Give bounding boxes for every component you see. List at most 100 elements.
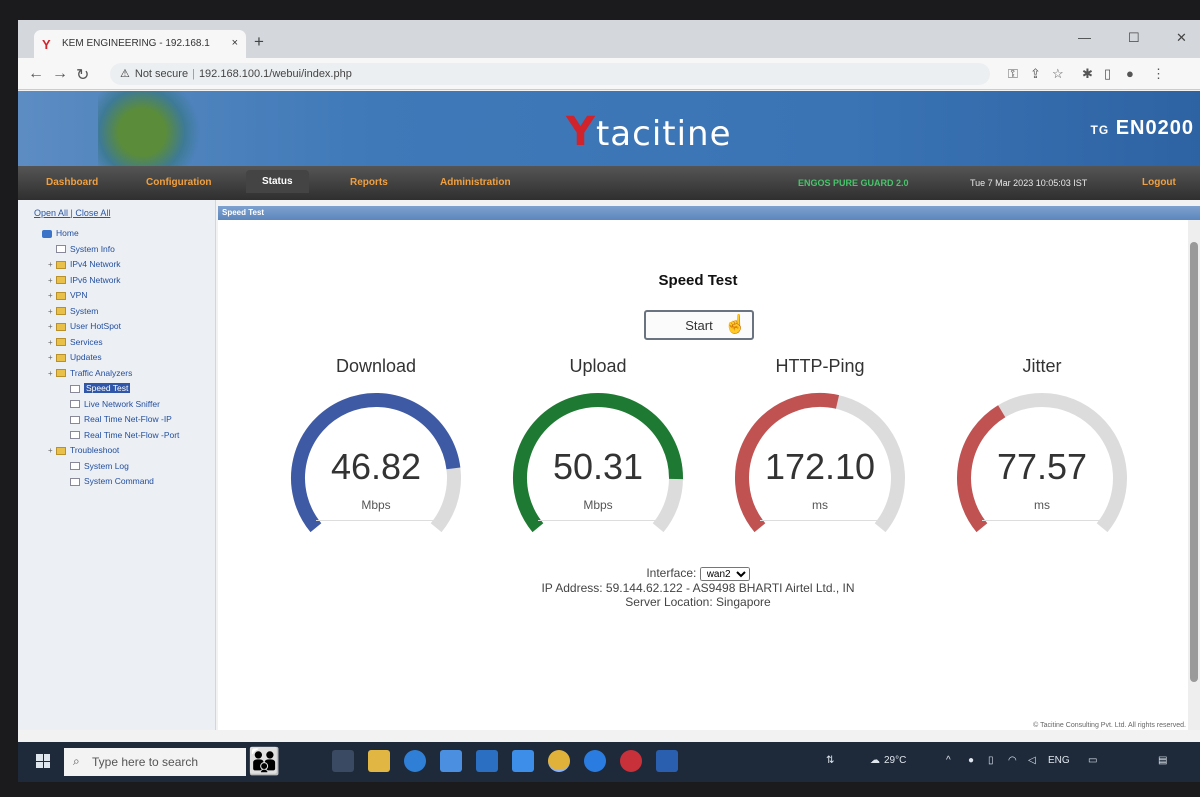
doc-icon (70, 477, 80, 486)
expand-icon[interactable]: + (48, 369, 56, 378)
browser-tab[interactable]: Y KEM ENGINEERING - 192.168.1 × (34, 30, 246, 58)
notification-icon[interactable]: ▤ (1158, 755, 1167, 766)
sidebar-item[interactable]: + Troubleshoot (34, 445, 215, 461)
sidepanel-icon[interactable]: ▯ (1104, 66, 1111, 82)
close-window-icon[interactable]: ✕ (1176, 30, 1187, 46)
expand-icon[interactable]: + (48, 291, 56, 300)
gauge-http-ping: HTTP-Ping 172.10 ms (720, 356, 920, 566)
globe-image (98, 91, 208, 166)
sidebar-item[interactable]: + Updates (34, 352, 215, 368)
sidebar-item-label: Troubleshoot (70, 445, 120, 455)
menu-icon[interactable]: ⋮ (1152, 66, 1165, 82)
sidebar-item[interactable]: + Traffic Analyzers (34, 368, 215, 384)
logout-link[interactable]: Logout (1142, 177, 1176, 188)
mail-icon[interactable] (476, 750, 498, 772)
sidebar-item[interactable]: + IPv4 Network (34, 259, 215, 275)
folder-icon (56, 322, 66, 331)
extensions-icon[interactable]: ✱ (1082, 66, 1093, 82)
nav-configuration[interactable]: Configuration (146, 177, 212, 188)
tray-volume-icon[interactable]: ◁ (1028, 755, 1036, 766)
address-bar-row: ← → ↻ ⚠ Not secure | 192.168.100.1/webui/in… (18, 58, 1200, 90)
profile-icon[interactable]: ● (1126, 66, 1134, 81)
star-icon[interactable]: ☆ (1052, 66, 1064, 82)
new-tab-button[interactable]: + (254, 32, 264, 52)
key-icon[interactable]: ⚿ (1008, 66, 1018, 82)
sidebar-item[interactable]: Speed Test (34, 383, 215, 399)
tray-icon-1[interactable]: ● (968, 755, 974, 766)
expand-icon[interactable]: + (48, 322, 56, 331)
sidebar-item-label: VPN (70, 290, 88, 300)
tray-wifi-icon[interactable]: ◠ (1008, 755, 1017, 766)
nav-status[interactable]: Status (246, 170, 309, 193)
temperature[interactable]: 29°C (884, 755, 906, 766)
sidebar-item[interactable]: + VPN (34, 290, 215, 306)
gauge-label: Upload (569, 356, 627, 376)
expand-icon[interactable]: + (48, 260, 56, 269)
scrollbar-thumb[interactable] (1190, 242, 1198, 682)
nav-dashboard[interactable]: Dashboard (46, 177, 98, 188)
home-icon (42, 229, 52, 238)
browser-tab-bar: Y KEM ENGINEERING - 192.168.1 × + — ☐ ✕ (18, 20, 1200, 58)
sidebar-item-label: System (70, 305, 99, 316)
chrome-icon[interactable] (548, 750, 570, 772)
share-icon[interactable]: ⇪ (1030, 66, 1041, 82)
app-icon[interactable] (512, 750, 534, 772)
sidebar-item[interactable]: Home (34, 228, 215, 244)
windows-taskbar: ⌕ Type here to search 👪 ⇅ ☁ 29°C ^ ● ▯ ◠… (18, 742, 1200, 782)
reload-icon[interactable]: ↻ (76, 65, 89, 85)
tray-network-icon[interactable]: ⇅ (826, 755, 834, 766)
sidebar-item[interactable]: Live Network Sniffer (34, 399, 215, 415)
interface-select[interactable]: wan2 (699, 567, 750, 581)
back-icon[interactable]: ← (28, 65, 44, 83)
clock[interactable]: ▭ (1088, 755, 1097, 766)
sidebar-item[interactable]: System Info (34, 244, 215, 260)
tray-battery-icon[interactable]: ▯ (988, 755, 994, 766)
edge-icon[interactable] (404, 750, 426, 772)
nav-reports[interactable]: Reports (350, 177, 388, 188)
expand-icon[interactable]: + (48, 276, 56, 285)
app2-icon[interactable] (584, 750, 606, 772)
gauge-unit: ms (812, 498, 828, 512)
sidebar-item[interactable]: System Command (34, 476, 215, 492)
taskbar-search-input[interactable]: ⌕ Type here to search (64, 748, 246, 776)
sidebar-item[interactable]: + IPv6 Network (34, 275, 215, 291)
expand-icon[interactable]: + (48, 353, 56, 362)
tray-chevron-icon[interactable]: ^ (946, 755, 951, 766)
sidebar-item[interactable]: + User HotSpot (34, 321, 215, 337)
open-close-all-link[interactable]: Open All | Close All (34, 208, 215, 218)
folder-icon (56, 291, 66, 300)
sidebar-item[interactable]: System Log (34, 461, 215, 477)
expand-icon[interactable]: + (48, 446, 56, 455)
task-view-icon[interactable] (332, 750, 354, 772)
sidebar-item[interactable]: + System (34, 306, 215, 322)
people-icon[interactable]: 👪 (248, 746, 280, 777)
app3-icon[interactable] (620, 750, 642, 772)
url-input[interactable]: ⚠ Not secure | 192.168.100.1/webui/index.ph… (110, 63, 990, 85)
language-indicator[interactable]: ENG (1048, 755, 1070, 766)
file-explorer-icon[interactable] (368, 750, 390, 772)
doc-icon (70, 462, 80, 471)
folder-icon (56, 338, 66, 347)
expand-icon[interactable]: + (48, 307, 56, 316)
minimize-icon[interactable]: — (1078, 30, 1091, 45)
folder-icon (56, 446, 66, 455)
windows-start-icon[interactable] (36, 754, 50, 768)
app4-icon[interactable] (656, 750, 678, 772)
sidebar-item-label: Traffic Analyzers (70, 367, 133, 378)
weather-icon[interactable]: ☁ (870, 755, 880, 766)
sidebar-item[interactable]: + Services (34, 337, 215, 353)
gauge-underline (538, 520, 658, 521)
scrollbar[interactable] (1188, 220, 1200, 730)
maximize-icon[interactable]: ☐ (1128, 30, 1140, 46)
sidebar-item-label: Live Network Sniffer (84, 398, 160, 409)
sidebar-item[interactable]: Real Time Net-Flow -IP (34, 414, 215, 430)
sidebar-item-label: System Info (70, 243, 115, 254)
nav-administration[interactable]: Administration (440, 177, 511, 188)
forward-icon[interactable]: → (52, 65, 68, 83)
doc-icon (56, 245, 66, 254)
store-icon[interactable] (440, 750, 462, 772)
sidebar-item[interactable]: Real Time Net-Flow -Port (34, 430, 215, 446)
gauge-label: Jitter (1022, 356, 1062, 376)
tab-close-icon[interactable]: × (232, 37, 238, 49)
expand-icon[interactable]: + (48, 338, 56, 347)
